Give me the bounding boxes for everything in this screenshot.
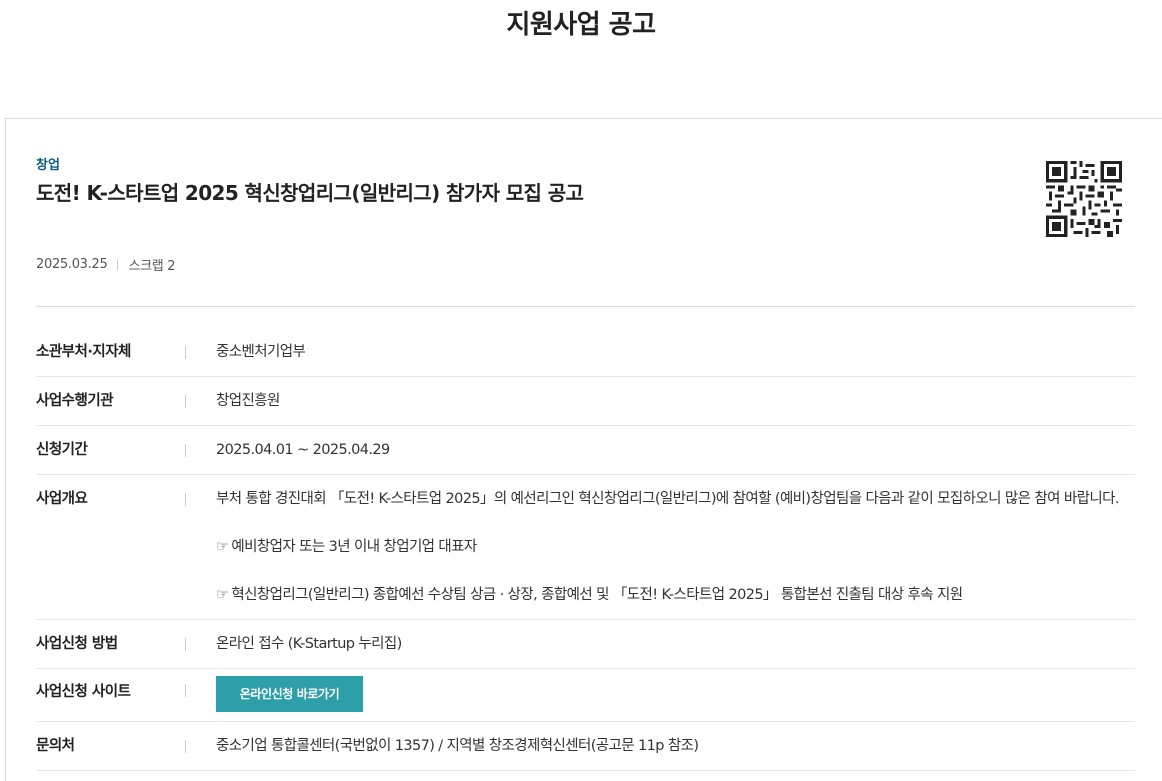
post-date: 2025.03.25 xyxy=(36,257,108,272)
overview-label: 사업개요 xyxy=(36,487,186,607)
meta-separator xyxy=(117,259,119,270)
page-title: 지원사업 공고 xyxy=(506,10,656,40)
pointing-hand-icon: ☞ xyxy=(216,539,229,555)
overview-bullet-eligibility: ☞ 예비창업자 또는 3년 이내 창업기업 대표자 xyxy=(216,535,1135,559)
site-value: 온라인신청 바로가기 xyxy=(186,676,1135,712)
pointing-hand-icon: ☞ xyxy=(216,587,229,603)
qr-code-icon[interactable] xyxy=(1046,161,1122,237)
info-table: 소관부처·지자체 중소벤처기업부 사업수행기관 창업진흥원 신청기간 2025.… xyxy=(36,328,1135,771)
notice-meta: 2025.03.25 스크랩 2 xyxy=(36,255,176,274)
notice-card: 창업 도전! K-스타트업 2025 혁신창업리그(일반리그) 참가자 모집 공… xyxy=(5,118,1162,781)
overview-value: 부처 통합 경진대회 「도전! K-스타트업 2025」의 예선리그인 혁신창업… xyxy=(186,487,1135,607)
category-label: 창업 xyxy=(36,158,60,173)
agency-label: 사업수행기관 xyxy=(36,389,186,413)
period-label: 신청기간 xyxy=(36,438,186,462)
method-value: 온라인 접수 (K-Startup 누리집) xyxy=(216,636,402,652)
period-value: 2025.04.01 ~ 2025.04.29 xyxy=(216,442,390,458)
info-row-ministry: 소관부처·지자체 중소벤처기업부 xyxy=(36,328,1135,377)
overview-bullet-text: 예비창업자 또는 3년 이내 창업기업 대표자 xyxy=(231,539,477,555)
info-row-period: 신청기간 2025.04.01 ~ 2025.04.29 xyxy=(36,426,1135,475)
method-label: 사업신청 방법 xyxy=(36,632,186,656)
info-row-overview: 사업개요 부처 통합 경진대회 「도전! K-스타트업 2025」의 예선리그인… xyxy=(36,475,1135,620)
online-apply-button[interactable]: 온라인신청 바로가기 xyxy=(216,676,363,712)
contact-value: 중소기업 통합콜센터(국번없이 1357) / 지역별 창조경제혁신센터(공고문… xyxy=(216,738,699,754)
site-label: 사업신청 사이트 xyxy=(36,678,186,712)
info-row-contact: 문의처 중소기업 통합콜센터(국번없이 1357) / 지역별 창조경제혁신센터… xyxy=(36,722,1135,771)
info-row-site: 사업신청 사이트 온라인신청 바로가기 xyxy=(36,669,1135,722)
overview-bullet-text: 혁신창업리그(일반리그) 종합예선 수상팀 상금 · 상장, 종합예선 및 「도… xyxy=(231,587,963,603)
info-row-method: 사업신청 방법 온라인 접수 (K-Startup 누리집) xyxy=(36,620,1135,669)
ministry-label: 소관부처·지자체 xyxy=(36,340,186,364)
scrap-count[interactable]: 스크랩 2 xyxy=(128,255,175,274)
notice-title: 도전! K-스타트업 2025 혁신창업리그(일반리그) 참가자 모집 공고 xyxy=(36,181,584,205)
ministry-value: 중소벤처기업부 xyxy=(216,344,306,360)
overview-bullet-support: ☞ 혁신창업리그(일반리그) 종합예선 수상팀 상금 · 상장, 종합예선 및 「… xyxy=(216,583,1135,607)
header-divider xyxy=(36,306,1135,307)
agency-value: 창업진흥원 xyxy=(216,393,280,409)
contact-label: 문의처 xyxy=(36,734,186,758)
info-row-agency: 사업수행기관 창업진흥원 xyxy=(36,377,1135,426)
overview-description: 부처 통합 경진대회 「도전! K-스타트업 2025」의 예선리그인 혁신창업… xyxy=(216,491,1119,507)
